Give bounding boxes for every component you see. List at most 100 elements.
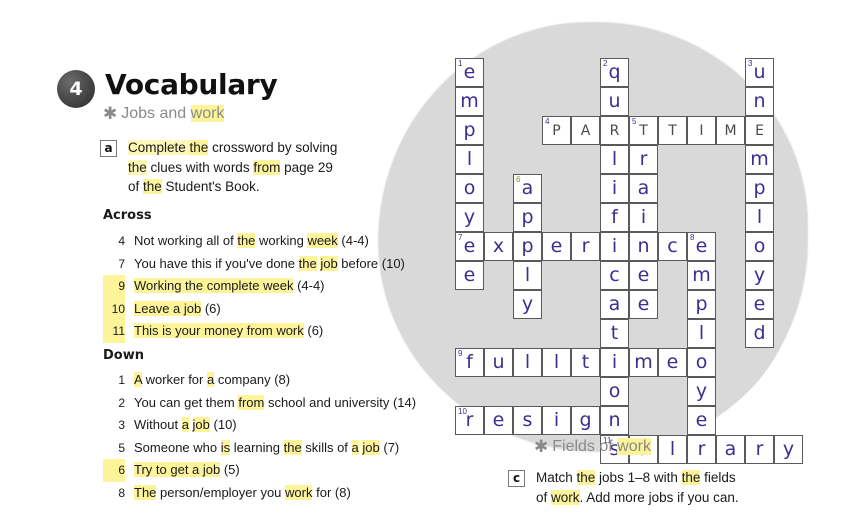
crossword-cell[interactable]: R	[600, 116, 629, 145]
clue-item[interactable]: 9 Working the complete week (4-4)	[103, 275, 448, 298]
crossword-cell[interactable]: 1e	[455, 58, 484, 87]
crossword-cell[interactable]: u	[600, 87, 629, 116]
star-icon-fields: ✱	[534, 437, 549, 456]
crossword-cell[interactable]: p	[745, 174, 774, 203]
crossword-cell[interactable]: t	[571, 348, 600, 377]
crossword-cell[interactable]: x	[484, 232, 513, 261]
crossword-cell[interactable]: e	[629, 290, 658, 319]
crossword-cell[interactable]: 6a	[513, 174, 542, 203]
clue-item[interactable]: 2 You can get them from school and univer…	[103, 392, 448, 415]
crossword-cell[interactable]: e	[629, 261, 658, 290]
crossword-cell[interactable]: l	[658, 435, 687, 464]
crossword-cell[interactable]: 4P	[542, 116, 571, 145]
crossword-cell[interactable]: 2q	[600, 58, 629, 87]
crossword-cell[interactable]: i	[629, 203, 658, 232]
crossword-cell[interactable]: p	[513, 232, 542, 261]
crossword-cell[interactable]: l	[600, 145, 629, 174]
crossword-cell[interactable]: e	[455, 261, 484, 290]
task-c-text: Match the jobs 1–8 with the fields of wor…	[536, 468, 804, 507]
crossword-cell[interactable]: y	[513, 290, 542, 319]
crossword-cell[interactable]: t	[600, 319, 629, 348]
crossword-cell[interactable]: y	[455, 203, 484, 232]
crossword-cell[interactable]: m	[455, 87, 484, 116]
crossword-cell[interactable]: m	[745, 145, 774, 174]
clue-item[interactable]: 7 You have this if you've done the job be…	[103, 253, 448, 276]
crossword-cell[interactable]: y	[687, 377, 716, 406]
clue-item[interactable]: 6 Try to get a job (5)	[103, 459, 448, 482]
crossword-cell[interactable]: 9f	[455, 348, 484, 377]
crossword-cell[interactable]: c	[600, 261, 629, 290]
crossword-cell[interactable]: 5T	[629, 116, 658, 145]
crossword-cell[interactable]: y	[774, 435, 803, 464]
crossword-cell[interactable]: r	[629, 145, 658, 174]
crossword-cell[interactable]: a	[600, 290, 629, 319]
crossword-cell[interactable]: 10 r	[455, 406, 484, 435]
crossword-cell[interactable]: E	[745, 116, 774, 145]
crossword-cell[interactable]: o	[687, 348, 716, 377]
crossword-cell[interactable]: I	[687, 116, 716, 145]
crossword-cell[interactable]: n	[745, 87, 774, 116]
crossword-cell[interactable]: i	[600, 174, 629, 203]
crossword-cell[interactable]: i	[600, 348, 629, 377]
clue-text: This is your money from work (6)	[134, 323, 324, 338]
crossword-cell[interactable]: l	[745, 203, 774, 232]
clue-number: 2	[118, 395, 125, 410]
crossword-cell[interactable]: o	[455, 174, 484, 203]
crossword-cell[interactable]: m	[629, 348, 658, 377]
crossword-cell[interactable]: e	[658, 348, 687, 377]
crossword-cell[interactable]: m	[687, 261, 716, 290]
clue-item[interactable]: 11 This is your money from work (6)	[103, 320, 448, 343]
crossword-cell[interactable]: A	[571, 116, 600, 145]
crossword-cell[interactable]: e	[484, 406, 513, 435]
crossword-cell[interactable]: f	[600, 203, 629, 232]
crossword-cell[interactable]: n	[600, 406, 629, 435]
clue-item[interactable]: 8 The person/employer you work for (8)	[103, 482, 448, 505]
crossword-cell[interactable]: e	[687, 406, 716, 435]
crossword-cell[interactable]: p	[455, 116, 484, 145]
crossword-cell[interactable]: i	[542, 406, 571, 435]
crossword-cell-letter: t	[610, 322, 619, 344]
clue-item[interactable]: 10 Leave a job (6)	[103, 297, 448, 320]
crossword-cell[interactable]: g	[571, 406, 600, 435]
crossword-cell[interactable]: c	[658, 232, 687, 261]
crossword-cell[interactable]: p	[513, 203, 542, 232]
crossword-cell[interactable]: o	[745, 232, 774, 261]
crossword-cell-letter: m	[460, 90, 479, 112]
crossword-cell[interactable]: l	[513, 261, 542, 290]
highlight-word: the	[283, 439, 302, 455]
highlight-word: a	[351, 439, 359, 455]
crossword-cell[interactable]: M	[716, 116, 745, 145]
crossword-cell[interactable]: n	[629, 232, 658, 261]
clue-item[interactable]: 1 A worker for a company (8)	[103, 369, 448, 392]
crossword-cell[interactable]: o	[600, 377, 629, 406]
crossword-cell[interactable]: a	[716, 435, 745, 464]
crossword-cell[interactable]: s	[513, 406, 542, 435]
crossword-cell[interactable]: 8e	[687, 232, 716, 261]
clue-item[interactable]: 5 Someone who is learning the skills of a…	[103, 437, 448, 460]
crossword-cell[interactable]: l	[542, 348, 571, 377]
crossword-cell[interactable]: r	[745, 435, 774, 464]
crossword-cell[interactable]: i	[600, 232, 629, 261]
clue-item[interactable]: 3 Without a job (10)	[103, 414, 448, 437]
clue-item[interactable]: 4 Not working all of the working week (4-…	[103, 230, 448, 253]
crossword-cell[interactable]: l	[513, 348, 542, 377]
crossword-cell-letter: l	[756, 206, 763, 228]
crossword-cell[interactable]: y	[745, 261, 774, 290]
crossword-cell[interactable]: a	[629, 174, 658, 203]
crossword-cell[interactable]: r	[571, 232, 600, 261]
crossword-cell[interactable]: 3u	[745, 58, 774, 87]
highlight-word: the	[237, 233, 256, 248]
crossword-cell[interactable]: d	[745, 319, 774, 348]
crossword-cell[interactable]: r	[687, 435, 716, 464]
crossword-cell[interactable]: u	[484, 348, 513, 377]
crossword-cell[interactable]: l	[687, 319, 716, 348]
crossword-cell[interactable]: T	[658, 116, 687, 145]
crossword-cell[interactable]: e	[542, 232, 571, 261]
crossword-cell-letter: l	[524, 351, 531, 373]
crossword-cell[interactable]: e	[745, 290, 774, 319]
highlight-word: Try to get a job	[134, 462, 221, 477]
crossword-cell[interactable]: l	[455, 145, 484, 174]
task-c-l1-c: jobs 1–8 with	[595, 470, 682, 485]
crossword-cell[interactable]: p	[687, 290, 716, 319]
crossword-cell[interactable]: 7e	[455, 232, 484, 261]
